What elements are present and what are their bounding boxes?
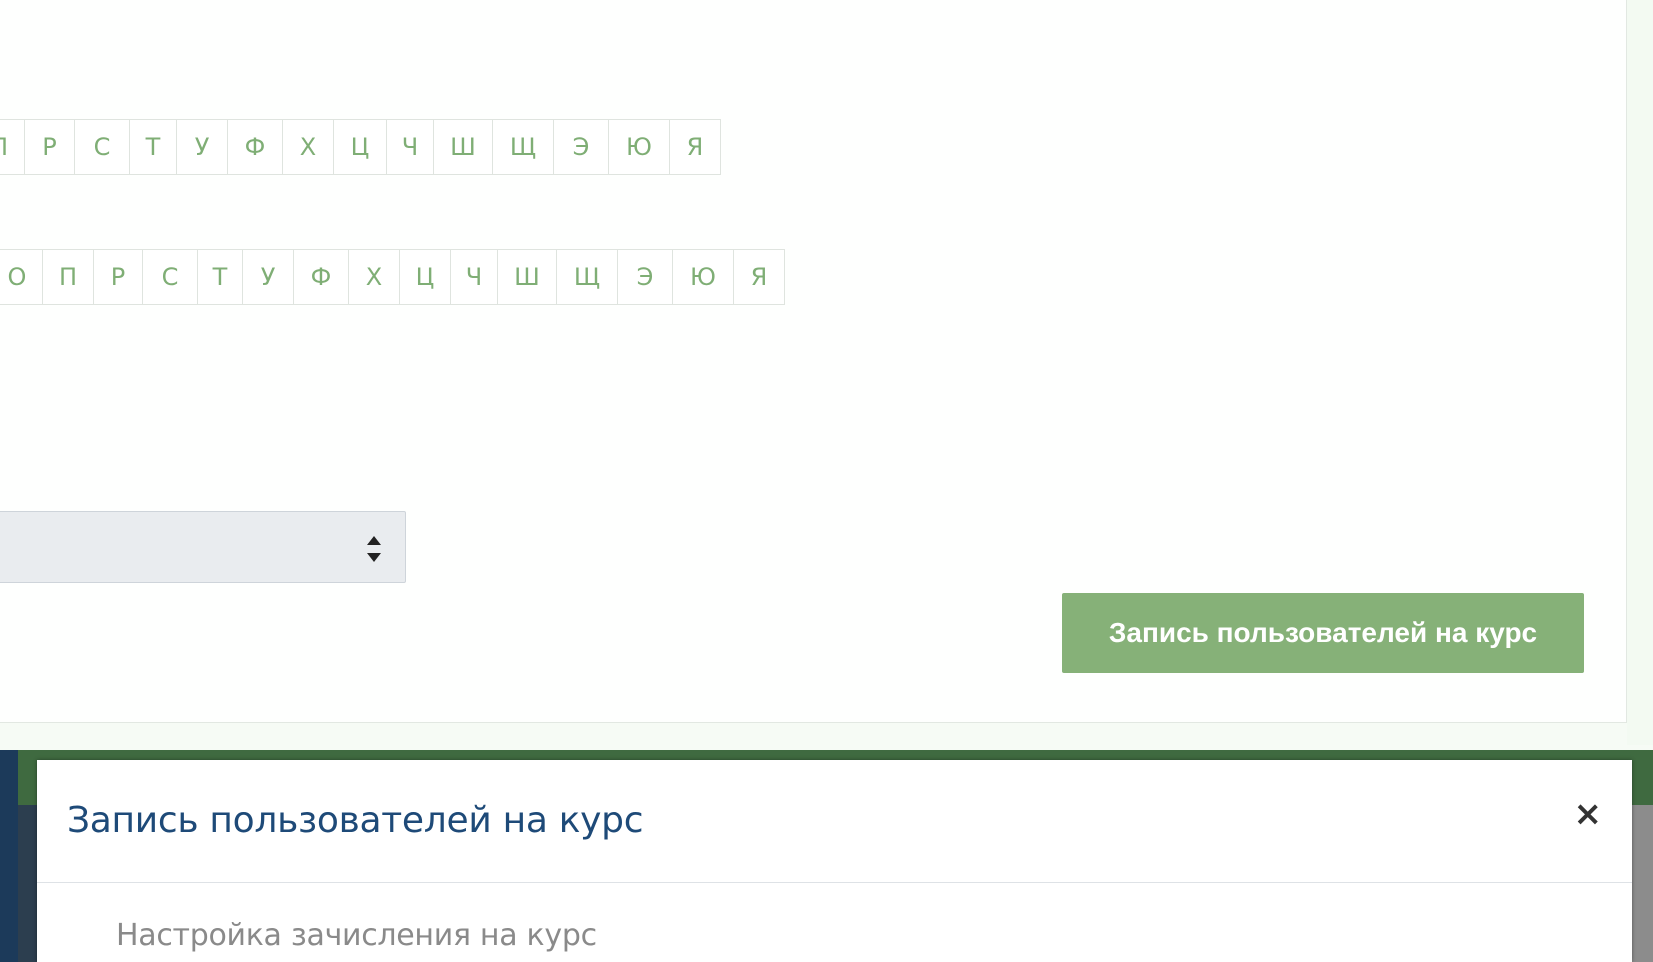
letter-filter-Ю[interactable]: Ю [672,249,734,305]
letter-filter-Ш[interactable]: Ш [497,249,557,305]
letter-filter-Ф[interactable]: Ф [227,119,283,175]
letter-filter-Э[interactable]: Э [617,249,673,305]
letter-filter-Ю[interactable]: Ю [608,119,670,175]
enrolment-options-heading: Настройка зачисления на курс [116,918,597,953]
letter-filter-Ц[interactable]: Ц [399,249,451,305]
letter-filter-Щ[interactable]: Щ [492,119,554,175]
firstname-initial-filter: ОПРСТУФХЦЧШЩЭЮЯ [0,249,785,305]
modal-divider [37,882,1632,883]
letter-filter-Ф[interactable]: Ф [293,249,349,305]
letter-filter-Я[interactable]: Я [733,249,785,305]
modal-title: Запись пользователей на курс [67,800,644,841]
letter-filter-П[interactable]: П [42,249,94,305]
letter-filter-Х[interactable]: Х [348,249,400,305]
letter-filter-С[interactable]: С [74,119,130,175]
letter-filter-У[interactable]: У [176,119,228,175]
letter-filter-П[interactable]: П [0,119,25,175]
letter-filter-Т[interactable]: Т [129,119,177,175]
letter-filter-Х[interactable]: Х [282,119,334,175]
letter-filter-Я[interactable]: Я [669,119,721,175]
letter-filter-Щ[interactable]: Щ [556,249,618,305]
page-right-edge [1627,0,1653,745]
select-arrows-icon [367,536,381,562]
letter-filter-Ч[interactable]: Ч [450,249,498,305]
letter-filter-Э[interactable]: Э [553,119,609,175]
close-icon[interactable]: × [1574,794,1603,834]
letter-filter-Ч[interactable]: Ч [386,119,434,175]
surname-initial-filter: ПРСТУФХЦЧШЩЭЮЯ [0,119,721,175]
letter-filter-Ш[interactable]: Ш [433,119,493,175]
select-dropdown[interactable] [0,511,406,583]
letter-filter-О[interactable]: О [0,249,43,305]
modal-backdrop-left [0,750,18,962]
letter-filter-У[interactable]: У [242,249,294,305]
content-panel: ПРСТУФХЦЧШЩЭЮЯ ОПРСТУФХЦЧШЩЭЮЯ Запись по… [0,0,1627,723]
enrol-users-modal: Запись пользователей на курс × Настройка… [37,760,1632,962]
letter-filter-Т[interactable]: Т [197,249,243,305]
enrol-users-button[interactable]: Запись пользователей на курс [1062,593,1584,673]
letter-filter-Ц[interactable]: Ц [333,119,387,175]
letter-filter-Р[interactable]: Р [24,119,75,175]
letter-filter-С[interactable]: С [142,249,198,305]
background-scrollbar [1630,805,1653,962]
letter-filter-Р[interactable]: Р [93,249,143,305]
